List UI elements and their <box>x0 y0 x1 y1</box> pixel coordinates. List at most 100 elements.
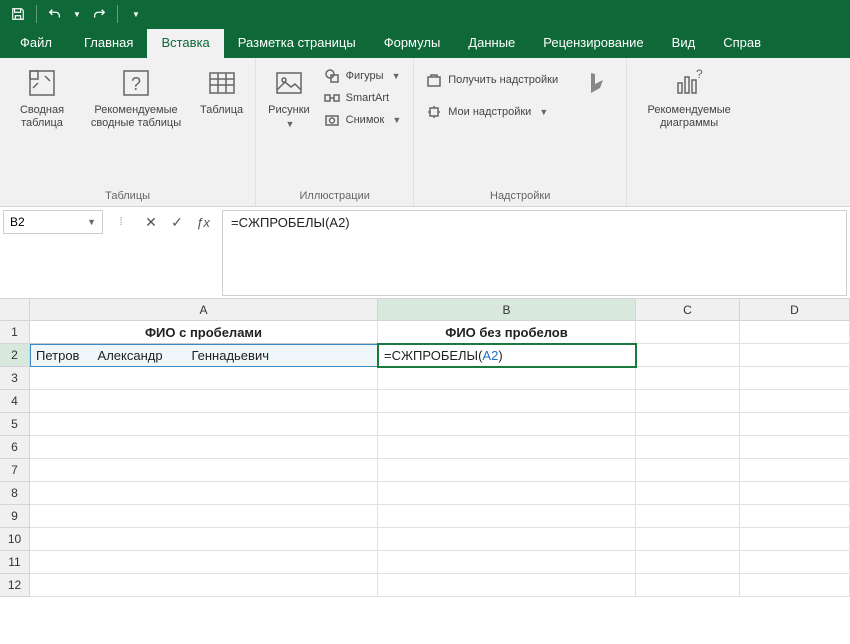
cell-B1[interactable]: ФИО без пробелов <box>378 321 636 344</box>
cell-C7[interactable] <box>636 459 740 482</box>
row-header-10[interactable]: 10 <box>0 528 30 551</box>
recommended-pivot-button[interactable]: ? Рекомендуемые сводные таблицы <box>80 64 192 132</box>
cell-C12[interactable] <box>636 574 740 597</box>
cell-C11[interactable] <box>636 551 740 574</box>
col-header-C[interactable]: C <box>636 299 740 320</box>
cell-B8[interactable] <box>378 482 636 505</box>
cell-C10[interactable] <box>636 528 740 551</box>
tab-home[interactable]: Главная <box>70 29 147 58</box>
tab-data[interactable]: Данные <box>454 29 529 58</box>
row-header-1[interactable]: 1 <box>0 321 30 344</box>
cell-D3[interactable] <box>740 367 850 390</box>
formula-bar-input[interactable]: =СЖПРОБЕЛЫ(A2) <box>222 210 847 296</box>
cell-A10[interactable] <box>30 528 378 551</box>
cell-D6[interactable] <box>740 436 850 459</box>
cell-B10[interactable] <box>378 528 636 551</box>
my-addins-button[interactable]: Мои надстройки▼ <box>424 102 560 122</box>
cell-A9[interactable] <box>30 505 378 528</box>
screenshot-button[interactable]: Снимок▼ <box>322 110 404 130</box>
tab-insert[interactable]: Вставка <box>147 29 223 58</box>
customize-qat[interactable]: ▼ <box>124 2 148 26</box>
smartart-button[interactable]: SmartArt <box>322 88 404 108</box>
pivot-table-button[interactable]: Сводная таблица <box>6 64 78 132</box>
pictures-button[interactable]: Рисунки ▼ <box>262 64 316 131</box>
redo-button[interactable] <box>87 2 111 26</box>
row-header-12[interactable]: 12 <box>0 574 30 597</box>
cell-C3[interactable] <box>636 367 740 390</box>
cell-A8[interactable] <box>30 482 378 505</box>
cell-A3[interactable] <box>30 367 378 390</box>
insert-function-button[interactable]: ƒx <box>190 210 216 234</box>
cell-B12[interactable] <box>378 574 636 597</box>
cell-C4[interactable] <box>636 390 740 413</box>
bing-maps-button[interactable] <box>574 64 620 104</box>
cell-B6[interactable] <box>378 436 636 459</box>
row-header-8[interactable]: 8 <box>0 482 30 505</box>
undo-button[interactable] <box>43 2 67 26</box>
col-header-A[interactable]: A <box>30 299 378 320</box>
cell-D5[interactable] <box>740 413 850 436</box>
svg-text:?: ? <box>696 68 703 81</box>
shapes-button[interactable]: Фигуры▼ <box>322 66 404 86</box>
cell-D4[interactable] <box>740 390 850 413</box>
row-header-3[interactable]: 3 <box>0 367 30 390</box>
name-box-value: B2 <box>10 215 25 229</box>
tab-page-layout[interactable]: Разметка страницы <box>224 29 370 58</box>
cell-C6[interactable] <box>636 436 740 459</box>
save-button[interactable] <box>6 2 30 26</box>
cell-C1[interactable] <box>636 321 740 344</box>
col-header-D[interactable]: D <box>740 299 850 320</box>
row-header-7[interactable]: 7 <box>0 459 30 482</box>
cell-A11[interactable] <box>30 551 378 574</box>
cell-A7[interactable] <box>30 459 378 482</box>
cell-B3[interactable] <box>378 367 636 390</box>
cell-A1[interactable]: ФИО с пробелами <box>30 321 378 344</box>
cell-B2[interactable]: =СЖПРОБЕЛЫ(A2) <box>378 344 636 367</box>
row-header-4[interactable]: 4 <box>0 390 30 413</box>
cell-D9[interactable] <box>740 505 850 528</box>
cell-D8[interactable] <box>740 482 850 505</box>
tab-file[interactable]: Файл <box>2 29 70 58</box>
cell-A2[interactable]: Петров Александр Геннадьевич <box>30 344 378 367</box>
cell-C5[interactable] <box>636 413 740 436</box>
cell-C2[interactable] <box>636 344 740 367</box>
cell-A5[interactable] <box>30 413 378 436</box>
cell-B7[interactable] <box>378 459 636 482</box>
cell-D11[interactable] <box>740 551 850 574</box>
cell-B4[interactable] <box>378 390 636 413</box>
row-header-6[interactable]: 6 <box>0 436 30 459</box>
row-header-11[interactable]: 11 <box>0 551 30 574</box>
undo-dropdown[interactable]: ▼ <box>71 2 83 26</box>
row-header-5[interactable]: 5 <box>0 413 30 436</box>
get-addins-button[interactable]: Получить надстройки <box>424 70 560 90</box>
cell-B9[interactable] <box>378 505 636 528</box>
formula-bar-separator[interactable]: ⁞ <box>103 210 138 234</box>
tab-formulas[interactable]: Формулы <box>370 29 455 58</box>
cell-B11[interactable] <box>378 551 636 574</box>
tab-view[interactable]: Вид <box>658 29 710 58</box>
col-header-B[interactable]: B <box>378 299 636 320</box>
cell-D12[interactable] <box>740 574 850 597</box>
name-box[interactable]: B2 ▼ <box>3 210 103 234</box>
row-header-9[interactable]: 9 <box>0 505 30 528</box>
enter-formula-button[interactable]: ✓ <box>164 210 190 234</box>
cell-C9[interactable] <box>636 505 740 528</box>
recommended-charts-button[interactable]: ? Рекомендуемые диаграммы <box>633 64 745 132</box>
cancel-formula-button[interactable]: ✕ <box>138 210 164 234</box>
cell-D7[interactable] <box>740 459 850 482</box>
cell-D10[interactable] <box>740 528 850 551</box>
pictures-icon <box>272 66 306 100</box>
cell-A4[interactable] <box>30 390 378 413</box>
cell-A6[interactable] <box>30 436 378 459</box>
select-all-corner[interactable] <box>0 299 30 320</box>
spreadsheet-grid: A B C D 1 ФИО с пробелами ФИО без пробел… <box>0 299 850 597</box>
cell-D1[interactable] <box>740 321 850 344</box>
cell-D2[interactable] <box>740 344 850 367</box>
tab-review[interactable]: Рецензирование <box>529 29 657 58</box>
cell-B5[interactable] <box>378 413 636 436</box>
row-header-2[interactable]: 2 <box>0 344 30 367</box>
cell-C8[interactable] <box>636 482 740 505</box>
cell-A12[interactable] <box>30 574 378 597</box>
tab-help[interactable]: Справ <box>709 29 775 58</box>
table-button[interactable]: Таблица <box>194 64 249 119</box>
